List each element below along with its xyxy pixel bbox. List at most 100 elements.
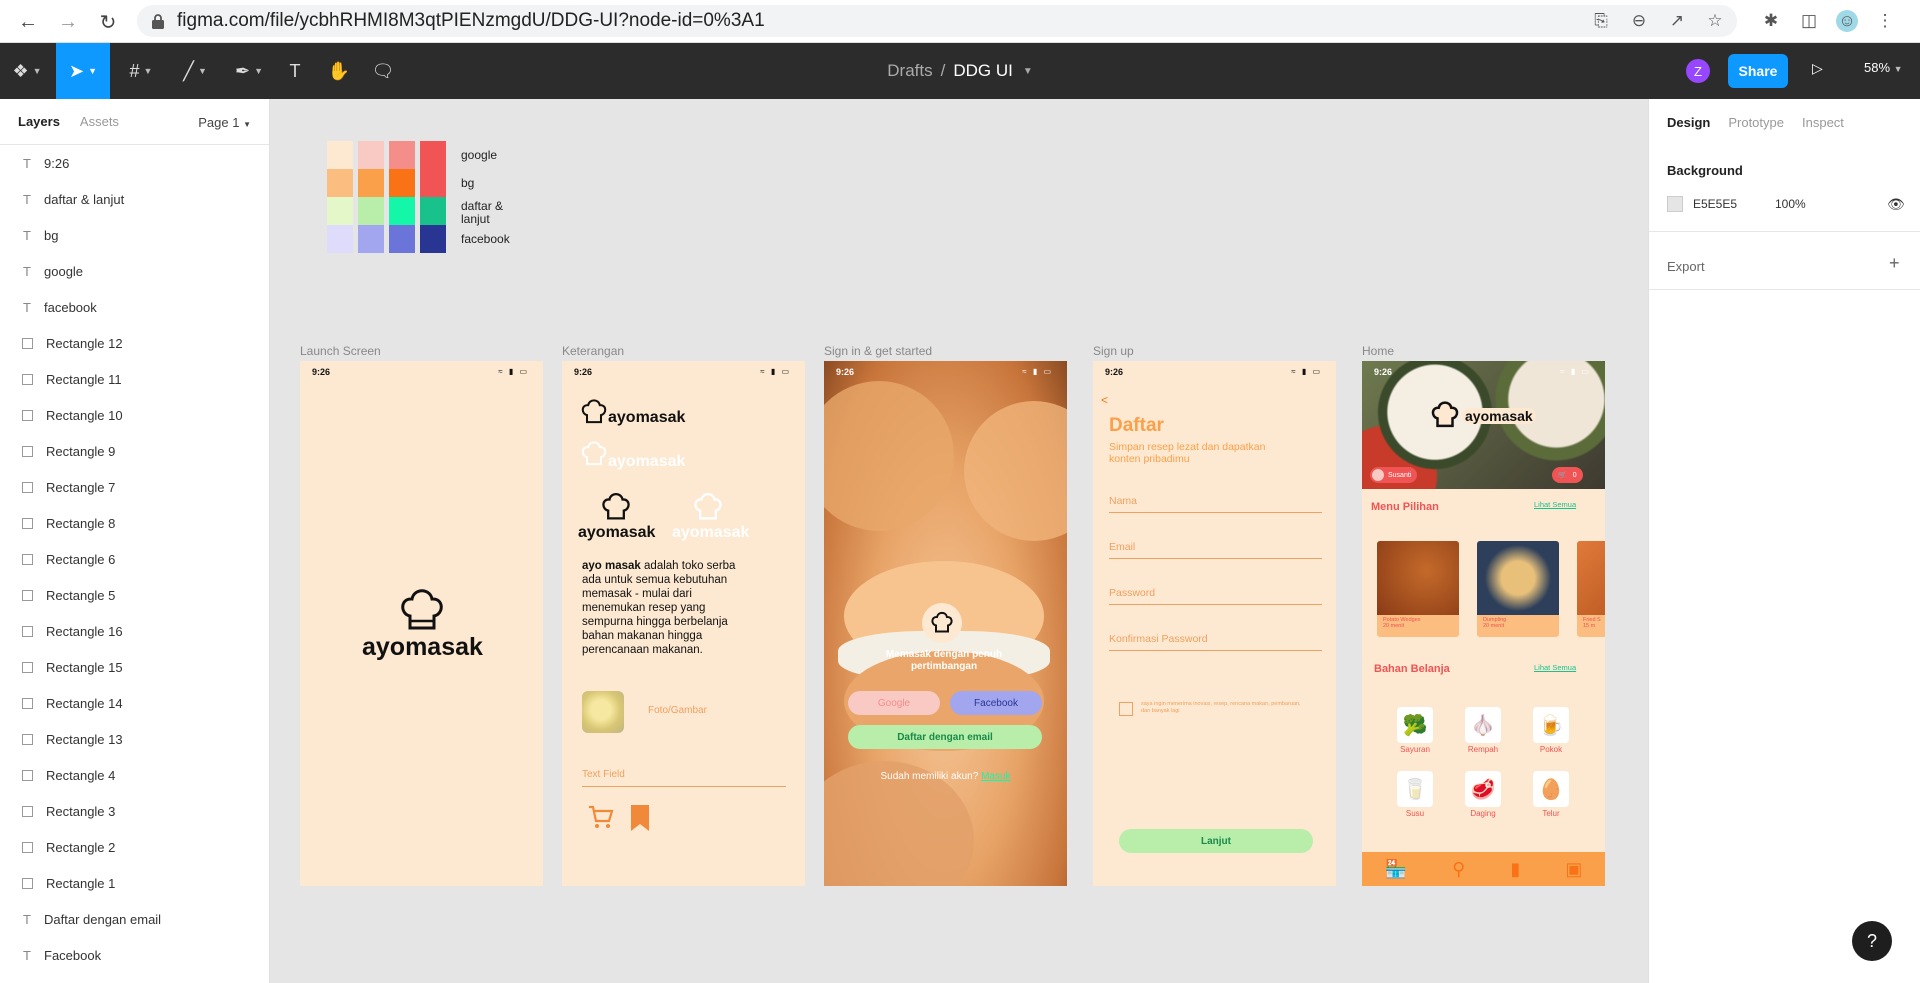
- tab-prototype[interactable]: Prototype: [1728, 115, 1784, 130]
- frame-keterangan[interactable]: 9:26 ≈ ▮ ▭ ayomasak ayomasak ayomasak ay…: [562, 361, 805, 886]
- bahan-tile-icon[interactable]: 🧄: [1465, 707, 1501, 743]
- layer-item[interactable]: Rectangle 16: [0, 613, 269, 649]
- menu-card[interactable]: Potato Wedges 20 menit: [1377, 541, 1459, 637]
- layer-item[interactable]: Rectangle 4: [0, 757, 269, 793]
- text-field-sample[interactable]: Text Field: [582, 769, 786, 787]
- layer-item[interactable]: Tbg: [0, 217, 269, 253]
- color-swatch[interactable]: [358, 141, 384, 169]
- bookmark-icon[interactable]: ▮: [1510, 859, 1520, 880]
- zoom-menu[interactable]: 58% ▼: [1864, 60, 1903, 75]
- bookmark-star-icon[interactable]: ☆: [1704, 10, 1726, 32]
- color-swatch[interactable]: [389, 169, 415, 197]
- bahan-tile-icon[interactable]: 🥚: [1533, 771, 1569, 807]
- layer-item[interactable]: Rectangle 13: [0, 721, 269, 757]
- background-fill-row[interactable]: E5E5E5 100%: [1667, 196, 1806, 212]
- hand-tool-button[interactable]: ✋: [322, 43, 356, 99]
- facebook-button[interactable]: Facebook: [950, 691, 1042, 715]
- back-icon[interactable]: ←: [14, 8, 42, 36]
- move-tool-button[interactable]: ➤ ▼: [56, 43, 110, 99]
- layer-item[interactable]: Tfacebook: [0, 289, 269, 325]
- layer-item[interactable]: Rectangle 6: [0, 541, 269, 577]
- user-chip[interactable]: Susanti: [1370, 467, 1418, 483]
- menu-dots-icon[interactable]: ⋮: [1874, 10, 1896, 32]
- google-button[interactable]: Google: [848, 691, 940, 715]
- text-tool-button[interactable]: T: [278, 43, 312, 99]
- next-button[interactable]: Lanjut: [1119, 829, 1313, 853]
- background-swatch[interactable]: [1667, 196, 1683, 212]
- frame-home[interactable]: 9:26 ≈ ▮ ▭ ayomasak Susanti 🛒 0 Menu Pili…: [1362, 361, 1605, 886]
- layer-item[interactable]: Rectangle 11: [0, 361, 269, 397]
- frame-label-signin[interactable]: Sign in & get started: [824, 344, 932, 358]
- frame-label-launch[interactable]: Launch Screen: [300, 344, 381, 358]
- bahan-tile-icon[interactable]: 🥩: [1465, 771, 1501, 807]
- frame-label-keterangan[interactable]: Keterangan: [562, 344, 624, 358]
- layer-item[interactable]: Rectangle 7: [0, 469, 269, 505]
- page-selector[interactable]: Page 1 ▼: [198, 115, 251, 130]
- layer-item[interactable]: Rectangle 9: [0, 433, 269, 469]
- avatar[interactable]: Z: [1686, 59, 1710, 83]
- color-swatch[interactable]: [358, 169, 384, 197]
- chevron-down-icon[interactable]: ▼: [1023, 66, 1033, 77]
- reload-icon[interactable]: ↻: [94, 8, 122, 36]
- figma-menu-button[interactable]: ❖ ▼: [0, 43, 54, 99]
- tab-inspect[interactable]: Inspect: [1802, 115, 1844, 130]
- color-swatch[interactable]: [358, 225, 384, 253]
- color-swatch[interactable]: [327, 141, 353, 169]
- tab-layers[interactable]: Layers: [18, 114, 60, 129]
- color-swatch[interactable]: [389, 197, 415, 225]
- name-field[interactable]: Nama: [1109, 495, 1322, 513]
- clipboard-icon[interactable]: ⎘: [1590, 10, 1612, 32]
- frame-label-signup[interactable]: Sign up: [1093, 344, 1134, 358]
- color-swatch[interactable]: [420, 169, 446, 197]
- color-swatch[interactable]: [327, 169, 353, 197]
- present-play-icon[interactable]: ▷: [1812, 60, 1832, 80]
- address-bar[interactable]: figma.com/file/ycbhRHMI8M3qtPIENzmgdU/DD…: [137, 5, 1737, 37]
- color-swatch[interactable]: [420, 141, 446, 169]
- confirm-password-field[interactable]: Konfirmasi Password: [1109, 633, 1322, 651]
- see-all-menu-link[interactable]: Lihat Semua: [1534, 500, 1576, 509]
- pen-tool-button[interactable]: ✒ ▼: [224, 43, 274, 99]
- email-field[interactable]: Email: [1109, 541, 1322, 559]
- see-all-bahan-link[interactable]: Lihat Semua: [1534, 663, 1576, 672]
- menu-card[interactable]: Fried S 15 m: [1577, 541, 1605, 637]
- layer-item[interactable]: Rectangle 14: [0, 685, 269, 721]
- share-button[interactable]: Share: [1728, 54, 1788, 88]
- layer-item[interactable]: Rectangle 8: [0, 505, 269, 541]
- layer-item[interactable]: Tgoogle: [0, 253, 269, 289]
- frame-label-home[interactable]: Home: [1362, 344, 1394, 358]
- comment-tool-button[interactable]: 🗨: [366, 43, 400, 99]
- add-export-icon[interactable]: +: [1889, 253, 1900, 274]
- bahan-tile-icon[interactable]: 🥛: [1397, 771, 1433, 807]
- share-page-icon[interactable]: ↗: [1666, 10, 1688, 32]
- canvas[interactable]: google bg daftar & lanjut facebook Launch S…: [270, 99, 1648, 983]
- agree-checkbox[interactable]: [1119, 702, 1133, 716]
- tab-assets[interactable]: Assets: [80, 114, 119, 129]
- frame-signup[interactable]: 9:26 ≈ ▮ ▭ < Daftar Simpan resep lezat d…: [1093, 361, 1336, 886]
- password-field[interactable]: Password: [1109, 587, 1322, 605]
- frame-launch-screen[interactable]: 9:26 ≈ ▮ ▭ ayomasak: [300, 361, 543, 886]
- extensions-icon[interactable]: ✱: [1760, 10, 1782, 32]
- layer-item[interactable]: Rectangle 3: [0, 793, 269, 829]
- color-swatch[interactable]: [389, 225, 415, 253]
- bahan-tile-icon[interactable]: 🍺: [1533, 707, 1569, 743]
- bahan-tile-icon[interactable]: 🥦: [1397, 707, 1433, 743]
- forward-icon[interactable]: →: [54, 8, 82, 36]
- back-button[interactable]: <: [1101, 393, 1108, 407]
- layer-item[interactable]: Tdaftar & lanjut: [0, 181, 269, 217]
- background-hex[interactable]: E5E5E5: [1693, 197, 1775, 211]
- shape-tool-button[interactable]: ╱ ▼: [170, 43, 220, 99]
- calendar-icon[interactable]: ▣: [1565, 859, 1582, 880]
- layer-item[interactable]: T Daftar dengan email: [0, 901, 269, 937]
- file-name[interactable]: DDG UI: [953, 61, 1013, 81]
- layer-item[interactable]: T Facebook: [0, 937, 269, 973]
- email-signup-button[interactable]: Daftar dengan email: [848, 725, 1042, 749]
- color-swatch[interactable]: [389, 141, 415, 169]
- frame-signin[interactable]: 9:26 ≈ ▮ ▭ Memasak dengan penuh pertimba…: [824, 361, 1067, 886]
- layer-item[interactable]: Rectangle 5: [0, 577, 269, 613]
- eye-icon[interactable]: 👁: [1887, 196, 1905, 213]
- tab-design[interactable]: Design: [1667, 115, 1710, 130]
- color-swatch[interactable]: [327, 197, 353, 225]
- color-swatch[interactable]: [420, 197, 446, 225]
- layer-item[interactable]: T 9:26: [0, 145, 269, 181]
- layer-item[interactable]: Rectangle 15: [0, 649, 269, 685]
